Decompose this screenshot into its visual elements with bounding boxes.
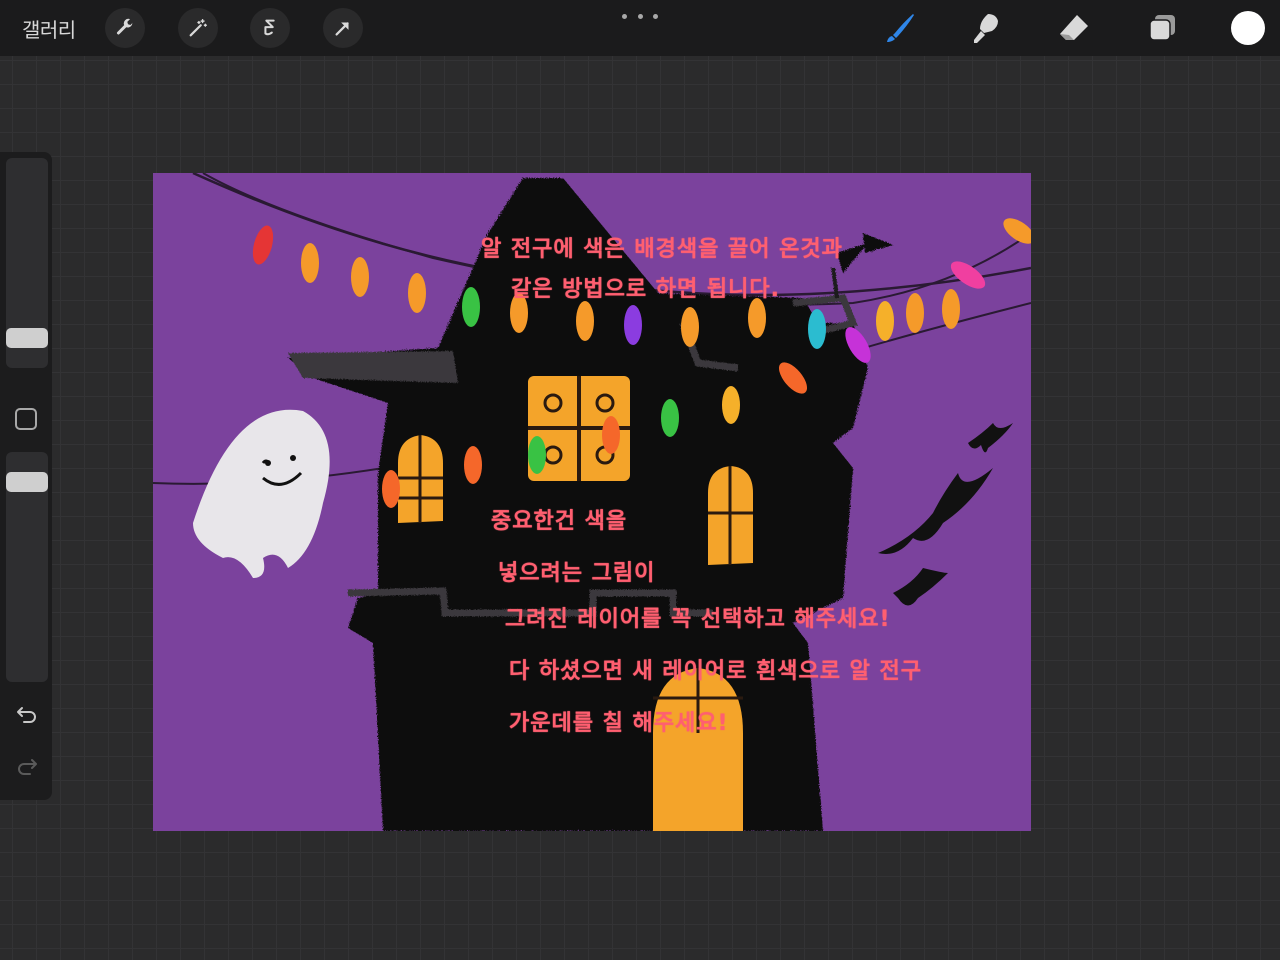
- brush-size-handle[interactable]: [6, 328, 48, 348]
- bats: [878, 423, 1013, 606]
- instruction-line-4: 넣으려는 그림이: [498, 561, 656, 586]
- brush-tool-button[interactable]: [878, 8, 922, 48]
- magic-wand-icon: [189, 19, 207, 37]
- color-picker-swatch[interactable]: [1231, 11, 1265, 45]
- instruction-line-7: 가운데를 칠 해주세요!: [509, 711, 729, 736]
- opacity-handle[interactable]: [6, 472, 48, 492]
- instruction-line-1: 알 전구에 색은 배경색을 끌어 온것과: [481, 237, 843, 262]
- instruction-line-6: 다 하셨으면 새 레이어로 흰색으로 알 전구: [509, 659, 923, 684]
- smudge-tool-button[interactable]: [965, 8, 1009, 48]
- undo-icon[interactable]: [14, 702, 40, 728]
- instruction-line-5: 그려진 레이어를 꼭 선택하고 해주세요!: [505, 607, 891, 632]
- modify-square-icon[interactable]: [15, 408, 37, 430]
- selection-icon: [264, 19, 275, 36]
- selection-button[interactable]: [250, 8, 290, 48]
- wrench-icon: [116, 18, 134, 35]
- ellipsis-icon[interactable]: [622, 8, 658, 24]
- instruction-line-3: 중요한건 색을: [491, 509, 628, 534]
- layers-button[interactable]: [1140, 8, 1184, 48]
- ghost: [193, 409, 330, 578]
- brush-icon: [887, 14, 914, 42]
- layers-icon: [1149, 15, 1175, 41]
- actions-button[interactable]: [105, 8, 145, 48]
- top-toolbar: 갤러리: [0, 0, 1280, 56]
- smudge-icon: [974, 14, 998, 43]
- redo-icon[interactable]: [14, 754, 40, 780]
- eraser-tool-button[interactable]: [1052, 8, 1096, 48]
- eraser-icon: [1060, 15, 1088, 40]
- sidebar: [0, 152, 52, 800]
- adjustments-button[interactable]: [178, 8, 218, 48]
- transform-button[interactable]: [323, 8, 363, 48]
- transform-arrow-icon: [335, 22, 349, 36]
- procreate-app: 갤러리 알 전구에 색은 배경색을 끌어 온것과 같은 방법으로 하면 됩니다.…: [0, 0, 1280, 960]
- drawing-canvas[interactable]: 알 전구에 색은 배경색을 끌어 온것과 같은 방법으로 하면 됩니다. 중요한…: [153, 173, 1031, 831]
- instruction-line-2: 같은 방법으로 하면 됩니다.: [511, 277, 780, 302]
- gallery-button[interactable]: 갤러리: [22, 14, 76, 43]
